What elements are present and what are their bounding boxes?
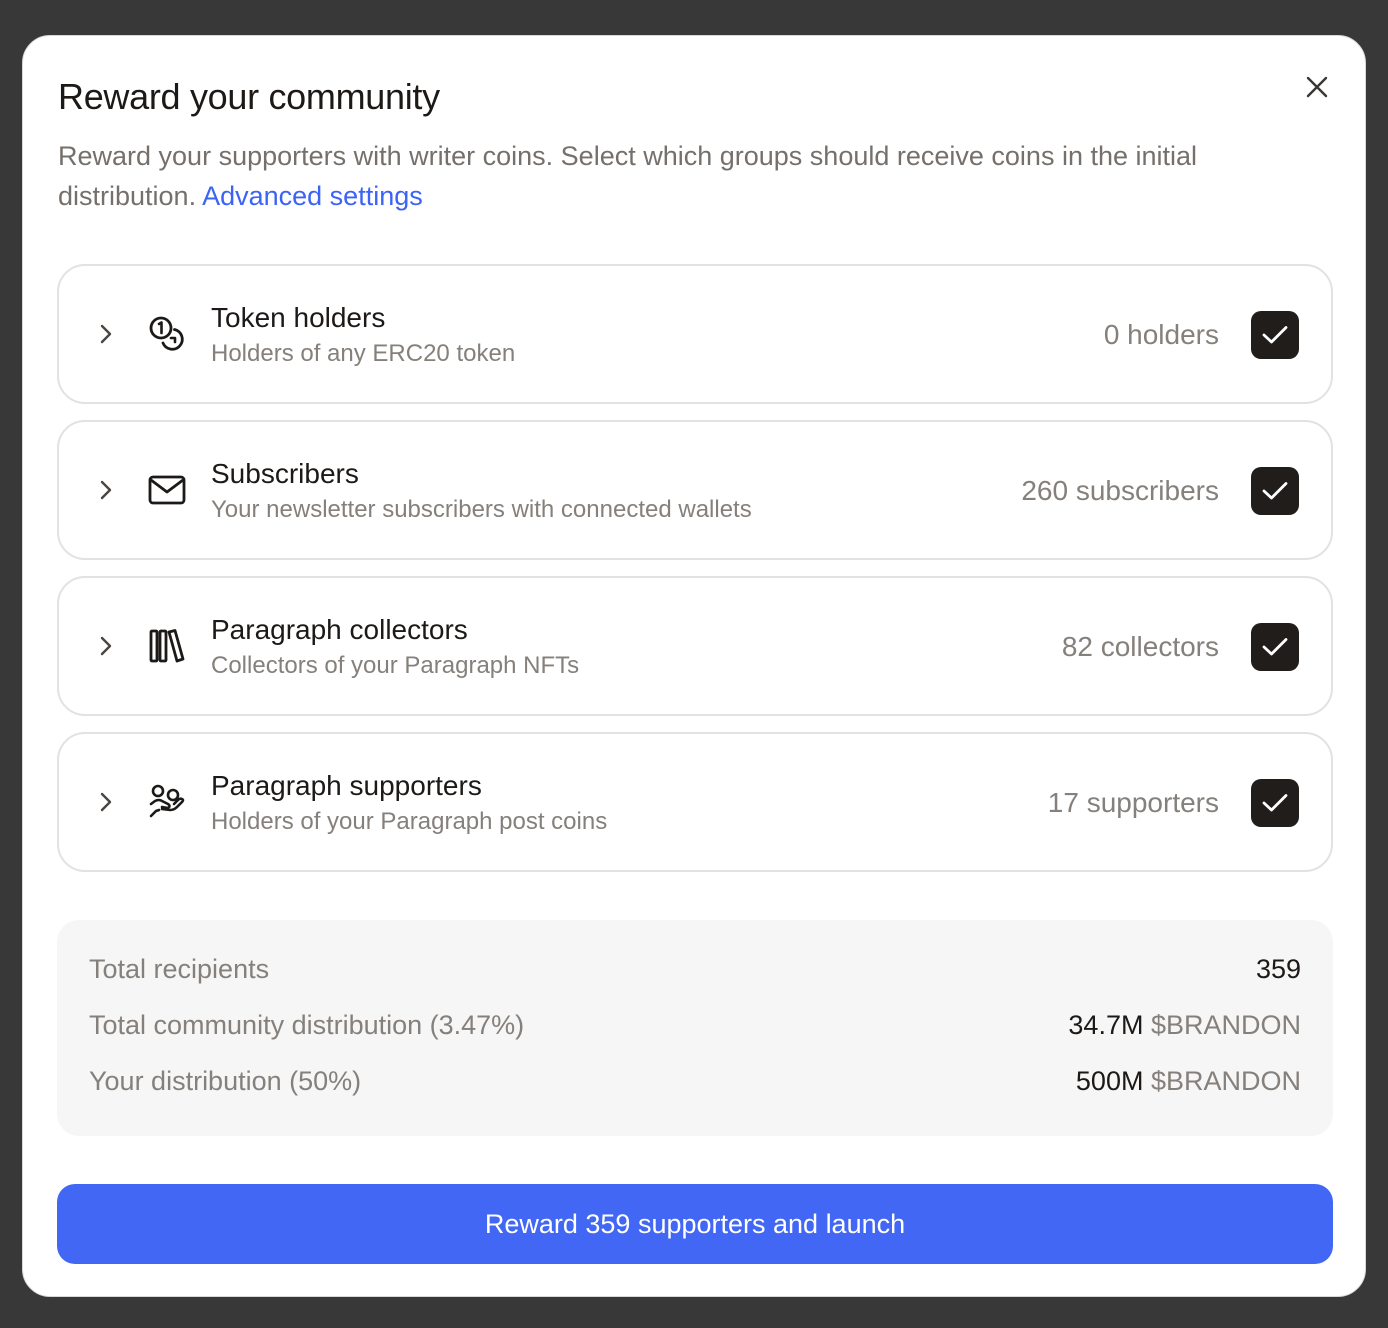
group-subtitle: Holders of any ERC20 token [211, 340, 516, 367]
distribution-summary: Total recipients 359 Total community dis… [57, 920, 1333, 1136]
paragraph-supporters-checkbox[interactable] [1251, 779, 1299, 827]
token-symbol: $BRANDON [1150, 1066, 1301, 1096]
group-card-token-holders[interactable]: Token holders Holders of any ERC20 token… [57, 264, 1333, 404]
check-icon [1262, 638, 1288, 656]
summary-value: 500M $BRANDON [1076, 1066, 1301, 1097]
mail-icon [148, 475, 186, 505]
check-icon [1262, 794, 1288, 812]
group-count: 17 supporters [1047, 787, 1219, 818]
chevron-right-icon[interactable] [97, 479, 115, 501]
summary-row-your-distribution: Your distribution (50%) 500M $BRANDON [89, 1066, 1301, 1106]
group-count: 260 subscribers [1021, 475, 1219, 506]
close-button[interactable] [1301, 71, 1333, 103]
summary-value: 359 [1255, 954, 1301, 984]
group-subtitle: Holders of your Paragraph post coins [211, 808, 608, 835]
group-subtitle: Your newsletter subscribers with connect… [211, 496, 752, 523]
reward-and-launch-button[interactable]: Reward 359 supporters and launch [57, 1184, 1333, 1264]
check-icon [1262, 482, 1288, 500]
modal-title: Reward your community [58, 76, 440, 117]
amount: 34.7M [1068, 1010, 1144, 1040]
group-subtitle: Collectors of your Paragraph NFTs [211, 652, 580, 679]
group-card-paragraph-collectors[interactable]: Paragraph collectors Collectors of your … [57, 576, 1333, 716]
summary-row-community-distribution: Total community distribution (3.47%) 34.… [89, 1010, 1301, 1050]
chevron-right-icon[interactable] [97, 791, 115, 813]
summary-label: Your distribution (50%) [89, 1066, 362, 1096]
reward-community-modal: Reward your community Reward your suppor… [22, 35, 1366, 1297]
group-card-subscribers[interactable]: Subscribers Your newsletter subscribers … [57, 420, 1333, 560]
token-symbol: $BRANDON [1150, 1010, 1301, 1040]
group-count: 0 holders [1103, 319, 1219, 350]
check-icon [1262, 326, 1288, 344]
summary-label: Total recipients [89, 954, 270, 984]
subscribers-checkbox[interactable] [1251, 467, 1299, 515]
paragraph-collectors-checkbox[interactable] [1251, 623, 1299, 671]
group-title: Paragraph supporters [211, 770, 482, 801]
group-title: Paragraph collectors [211, 614, 468, 645]
coins-icon [149, 316, 184, 351]
summary-value: 34.7M $BRANDON [1068, 1010, 1301, 1041]
group-title: Token holders [211, 302, 386, 333]
summary-label: Total community distribution (3.47%) [89, 1010, 525, 1040]
advanced-settings-link[interactable]: Advanced settings [202, 181, 423, 211]
amount: 500M [1075, 1066, 1144, 1096]
group-title: Subscribers [211, 458, 359, 489]
chevron-right-icon[interactable] [97, 635, 115, 657]
modal-description: Reward your supporters with writer coins… [58, 136, 1298, 216]
group-count: 82 collectors [1061, 631, 1219, 662]
token-holders-checkbox[interactable] [1251, 311, 1299, 359]
chevron-right-icon[interactable] [97, 323, 115, 345]
library-icon [149, 629, 185, 663]
hand-coins-icon [149, 784, 185, 818]
summary-row-total-recipients: Total recipients 359 [89, 954, 1301, 994]
group-card-paragraph-supporters[interactable]: Paragraph supporters Holders of your Par… [57, 732, 1333, 872]
close-icon [1306, 76, 1328, 98]
